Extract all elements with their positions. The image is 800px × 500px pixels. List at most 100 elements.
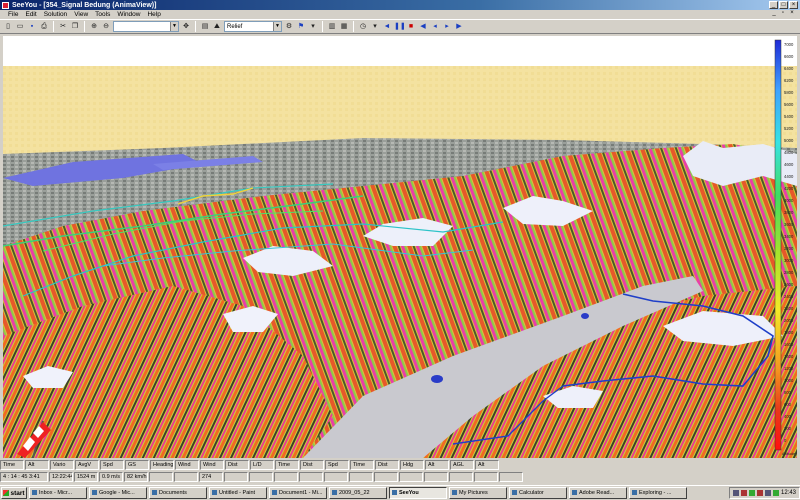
menu-window[interactable]: Window — [117, 11, 140, 18]
legend-tick-label: 2200 — [784, 306, 794, 311]
view-mode-combo[interactable]: Relief ▼ — [224, 21, 282, 32]
legend-tick-label: 3000 — [784, 258, 794, 263]
legend-tick-label: 3800 — [784, 210, 794, 215]
taskbar-button[interactable]: Inbox - Micr... — [29, 487, 87, 499]
chart-icon[interactable]: ▥ — [327, 22, 337, 32]
minimize-button[interactable]: _ — [769, 1, 778, 9]
menu-edit[interactable]: Edit — [25, 11, 36, 18]
legend-tick-label: 4600 — [784, 162, 794, 167]
legend-tick-label: 5600 — [784, 102, 794, 107]
app-icon — [2, 1, 9, 9]
new-icon[interactable]: ▯ — [3, 22, 13, 32]
zoom-in-icon[interactable]: ⊕ — [89, 22, 99, 32]
mdi-minimize-button[interactable]: _ — [770, 10, 778, 16]
taskbar-button[interactable]: Untitled - Paint — [209, 487, 267, 499]
chevron-down-icon[interactable]: ▼ — [170, 22, 178, 31]
legend-tick-label: 1000 — [784, 378, 794, 383]
status-cell-label: Alt — [425, 460, 449, 470]
status-cell-label: Time — [350, 460, 374, 470]
task-buttons: Inbox - Micr... Google - Mic... Documents U… — [29, 487, 687, 499]
status-cell-value: 0.9 m/s — [99, 472, 123, 482]
status-bar: Time Alt Vario AvgV Spd GS Heading Wind Wind Dist… — [0, 459, 800, 484]
status-cell-value — [224, 472, 248, 482]
menu-file[interactable]: File — [8, 11, 18, 18]
legend-tick-label: 2600 — [784, 282, 794, 287]
taskbar-button[interactable]: Documents — [149, 487, 207, 499]
tray-icon[interactable] — [748, 490, 755, 496]
legend-tick-label: 3400 — [784, 234, 794, 239]
status-cell-label: Heading — [150, 460, 174, 470]
clock-icon[interactable]: ◷ — [358, 22, 368, 32]
status-cell-value — [499, 472, 523, 482]
taskbar-button[interactable]: Exploring - ... — [629, 487, 687, 499]
rewind-icon[interactable]: ◄ — [382, 22, 392, 32]
legend-tick-label: 5800 — [784, 90, 794, 95]
print-icon[interactable]: ⎙ — [39, 22, 49, 32]
status-cell-label: Alt — [475, 460, 499, 470]
menu-tools[interactable]: Tools — [95, 11, 110, 18]
menu-view[interactable]: View — [74, 11, 88, 18]
menu-solution[interactable]: Solution — [44, 11, 68, 18]
close-button[interactable]: × — [789, 1, 798, 9]
mdi-restore-button[interactable]: ▫ — [779, 10, 787, 16]
terrain-icon[interactable]: ⛰ — [212, 22, 222, 32]
pan-icon[interactable]: ✥ — [181, 22, 191, 32]
terrain-canvas[interactable]: 7000 6600 6400 6200 5800 5600 5400 5200 5000 4800… — [3, 36, 797, 458]
tray-icon[interactable] — [740, 490, 747, 496]
taskbar-button[interactable]: Google - Mic... — [89, 487, 147, 499]
save-icon[interactable]: ▪ — [27, 22, 37, 32]
status-cell-label: Dist — [300, 460, 324, 470]
terrain-3d-view[interactable]: 7000 6600 6400 6200 5800 5600 5400 5200 5000 4800… — [3, 36, 797, 458]
chevron-down-icon[interactable]: ▾ — [370, 22, 380, 32]
status-cell-value — [174, 472, 198, 482]
step-forward-icon[interactable]: ▸ — [442, 22, 452, 32]
status-cell-label: Dist — [375, 460, 399, 470]
chevron-down-icon[interactable]: ▼ — [273, 22, 281, 31]
legend-tick-label: 1600 — [784, 342, 794, 347]
taskbar-button[interactable]: Calculator — [509, 487, 567, 499]
window-title: SeeYou - [354_Signal Bedung (AnimaView)] — [12, 1, 157, 9]
legend-tick-label: 3600 — [784, 222, 794, 227]
tray-icon[interactable] — [732, 490, 739, 496]
maximize-button[interactable]: □ — [779, 1, 788, 9]
taskbar-button[interactable]: SeeYou — [389, 487, 447, 499]
step-back-fast-icon[interactable]: ◂ — [430, 22, 440, 32]
step-back-icon[interactable]: ◀ — [418, 22, 428, 32]
menu-help[interactable]: Help — [147, 11, 160, 18]
legend-tick-label: 1400 — [784, 354, 794, 359]
status-cell-value — [324, 472, 348, 482]
legend-tick-label: 7000 — [784, 42, 794, 47]
open-icon[interactable]: ▭ — [15, 22, 25, 32]
chevron-down-icon[interactable]: ▾ — [308, 22, 318, 32]
tray-icon[interactable] — [772, 490, 779, 496]
zoom-out-icon[interactable]: ⊖ — [101, 22, 111, 32]
grid-icon[interactable]: ▦ — [339, 22, 349, 32]
tray-icon[interactable] — [756, 490, 763, 496]
toolbar-separator — [53, 21, 54, 32]
start-button[interactable]: start — [1, 487, 27, 499]
pause-icon[interactable]: ❚❚ — [394, 22, 406, 32]
taskbar-button[interactable]: Adobe Read... — [569, 487, 627, 499]
tray-icon[interactable] — [764, 490, 771, 496]
taskbar-button[interactable]: Document1 - Mi... — [269, 487, 327, 499]
taskbar-button[interactable]: My Pictures — [449, 487, 507, 499]
taskbar-button[interactable]: 2009_05_22 — [329, 487, 387, 499]
legend-tick-label: 1800 — [784, 330, 794, 335]
flag-icon[interactable]: ⚑ — [296, 22, 306, 32]
stop-icon[interactable]: ■ — [406, 22, 416, 32]
legend-tick-label: 4000 — [784, 198, 794, 203]
cut-icon[interactable]: ✂ — [58, 22, 68, 32]
status-cell-value: 82 km/h — [124, 472, 148, 482]
settings-icon[interactable]: ⚙ — [284, 22, 294, 32]
mdi-close-button[interactable]: × — [788, 10, 796, 16]
status-cell-label: Spd — [100, 460, 124, 470]
copy-icon[interactable]: ❐ — [70, 22, 80, 32]
layers-icon[interactable]: ▤ — [200, 22, 210, 32]
legend-tick-label: 2000 — [784, 318, 794, 323]
turnpoint-marker[interactable] — [581, 313, 589, 319]
toolbar-separator — [353, 21, 354, 32]
turnpoint-marker[interactable] — [431, 375, 443, 383]
map-combo[interactable]: ▼ — [113, 21, 179, 32]
play-icon[interactable]: ▶ — [454, 22, 464, 32]
status-cell-value — [249, 472, 273, 482]
